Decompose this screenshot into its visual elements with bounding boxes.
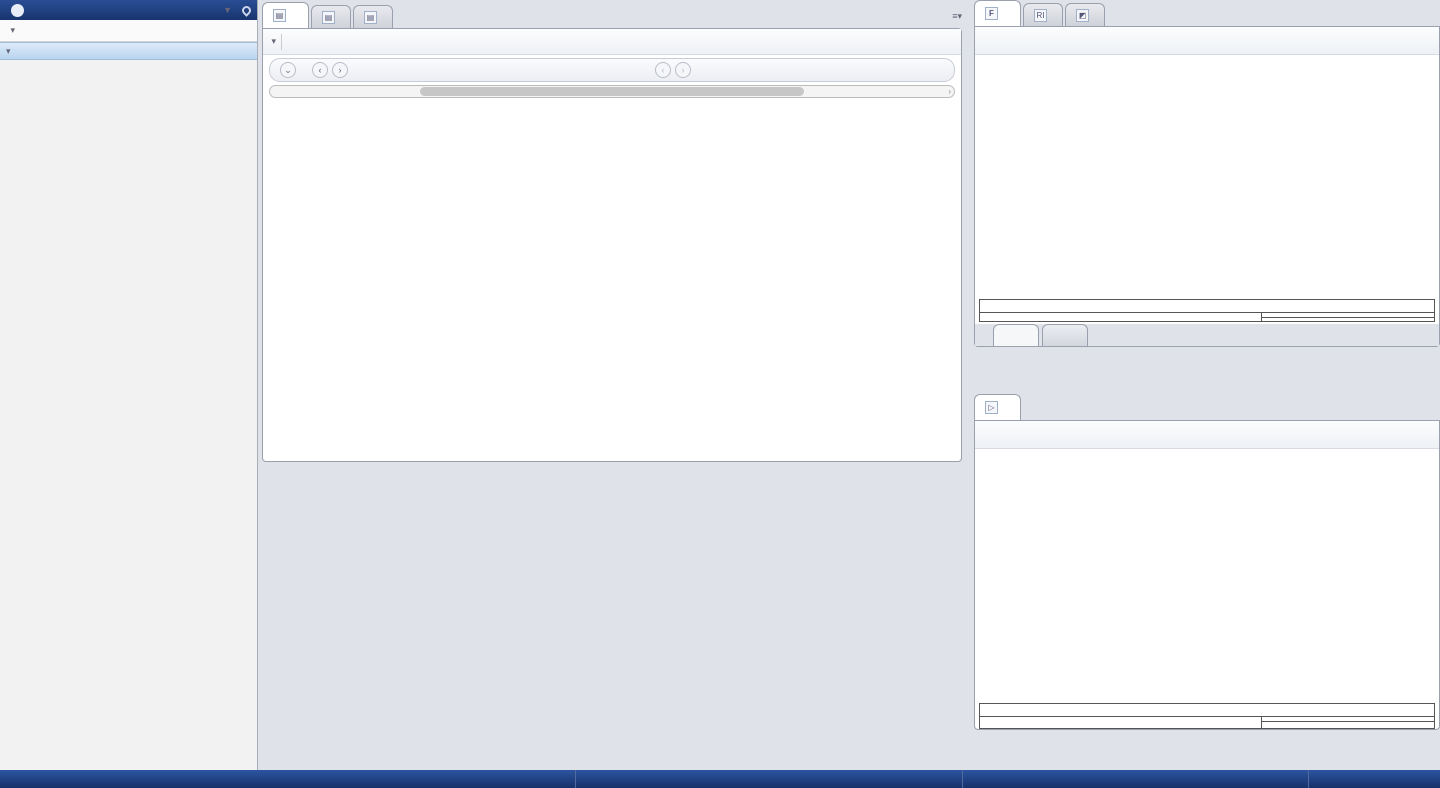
collapse-properties-button[interactable]: ⌄ <box>280 62 296 78</box>
tab-merit-function-editor[interactable]: ▤ <box>311 5 351 28</box>
layout-footer <box>979 703 1435 729</box>
update-row[interactable]: ▾ <box>0 20 257 42</box>
config-note <box>1262 320 1434 321</box>
system-options-titlebar: ▼ <box>0 0 257 20</box>
mtf-chart-icon: F <box>985 7 998 20</box>
sheet-icon: ▤ <box>322 10 335 24</box>
tab-lens-data[interactable]: ▤ <box>262 2 309 28</box>
next-config-button[interactable]: › <box>675 62 692 78</box>
sheet-icon: ▤ <box>273 9 286 22</box>
status-bar <box>0 770 1440 788</box>
sheet-icon: ▤ <box>364 10 377 24</box>
mtf-chart <box>975 55 1439 299</box>
mtf-footer <box>979 299 1435 322</box>
tab-field-curvature[interactable]: ◩ <box>1065 3 1105 26</box>
mtf-subtabs <box>975 324 1439 346</box>
prev-surface-button[interactable]: ‹ <box>312 62 328 78</box>
next-surface-button[interactable]: › <box>332 62 348 78</box>
layout-icon: ▷ <box>985 401 998 414</box>
chevron-down-icon[interactable]: ▾ <box>269 36 277 47</box>
section-system-aperture[interactable]: ▾ <box>0 42 257 60</box>
editor-tabstrip: ▤ ▤ ▤ ≡▾ <box>262 2 962 28</box>
tab-relative-illumination[interactable]: RI <box>1023 3 1063 26</box>
tab-layout[interactable]: ▷ <box>974 394 1021 420</box>
ri-chart-icon: RI <box>1034 8 1047 22</box>
tab-fft-mtf[interactable]: F <box>974 0 1021 26</box>
lens-layout-drawing <box>975 449 1439 703</box>
lde-toolbar: ▾ <box>263 29 961 55</box>
subtab-graph[interactable] <box>993 324 1039 346</box>
layout-tabstrip: ▷ <box>974 394 1440 420</box>
mtf-toolbar <box>975 27 1439 55</box>
tab-multi-configuration-editor[interactable]: ▤ <box>353 5 393 28</box>
help-icon[interactable] <box>11 3 24 17</box>
scroll-right-icon[interactable]: › <box>948 87 951 96</box>
lens-data-editor-window: ▤ ▤ ▤ ≡▾ ▾ ⌄ ‹ › ‹ › › <box>262 2 962 462</box>
chevron-down-icon: ▾ <box>6 45 14 56</box>
layout-toolbar <box>975 421 1439 449</box>
mtf-plot <box>975 55 1439 299</box>
fft-mtf-window: F RI ◩ <box>974 0 1440 392</box>
subtab-text[interactable] <box>1042 324 1088 346</box>
prev-config-button[interactable]: ‹ <box>655 62 672 78</box>
layout-footer-title <box>980 704 1434 717</box>
horizontal-scrollbar[interactable]: ‹ › <box>269 85 955 98</box>
mtf-tabstrip: F RI ◩ <box>974 0 1440 26</box>
collapse-icon[interactable]: ▼ <box>223 5 232 15</box>
system-options-panel: ▼ ▾ ▾ <box>0 0 258 770</box>
surface-property-strip: ⌄ ‹ › ‹ › <box>269 58 955 82</box>
pin-icon[interactable] <box>240 3 253 17</box>
config-note <box>1262 724 1434 725</box>
aperture-form <box>0 60 257 66</box>
field-chart-icon: ◩ <box>1076 8 1089 22</box>
layout-canvas <box>975 449 1439 703</box>
chevron-down-icon[interactable]: ▾ <box>8 25 16 36</box>
layout-window: ▷ <box>974 394 1440 768</box>
window-list-icon[interactable]: ≡▾ <box>952 11 962 22</box>
scrollbar-thumb[interactable] <box>420 87 804 96</box>
